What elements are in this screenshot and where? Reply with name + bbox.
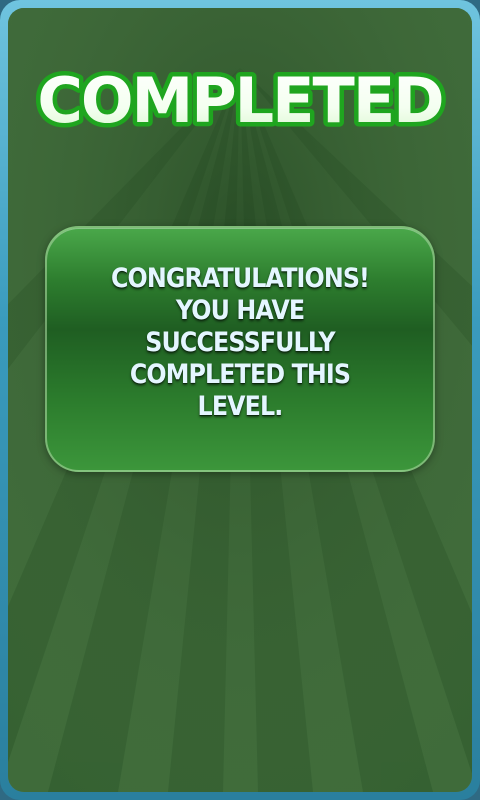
congratulations-message: CONGRATULATIONS! YOU HAVE SUCCESSFULLY C… — [110, 263, 370, 422]
page-title: COMPLETED — [37, 64, 442, 137]
level-complete-panel: COMPLETED COMPLETED COMPLETED CONGRATULA… — [8, 8, 472, 792]
message-box: CONGRATULATIONS! YOU HAVE SUCCESSFULLY C… — [45, 226, 435, 472]
dialog-frame: COMPLETED COMPLETED COMPLETED CONGRATULA… — [0, 0, 480, 800]
title-banner: COMPLETED COMPLETED COMPLETED — [8, 48, 472, 158]
title-graphic: COMPLETED COMPLETED COMPLETED — [33, 60, 449, 142]
